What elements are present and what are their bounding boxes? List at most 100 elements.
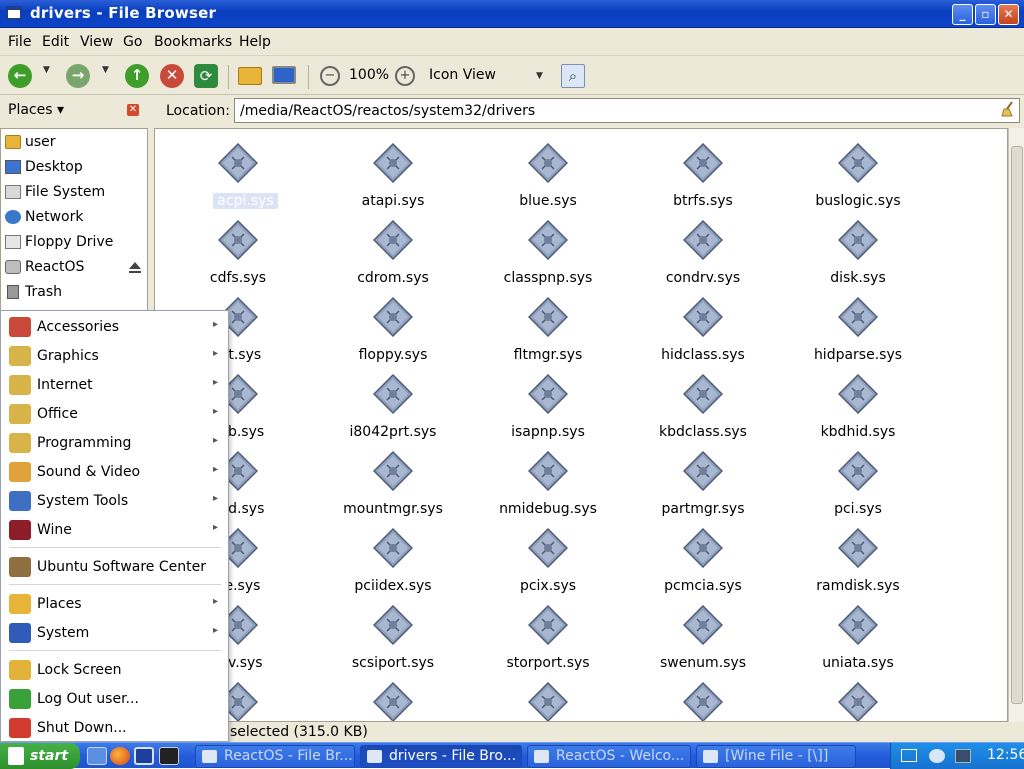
file-item[interactable]: buslogic.sys (783, 135, 933, 209)
menu-item-places[interactable]: Places ▸ (5, 590, 227, 618)
file-icon-view[interactable]: acpi.sys atapi.sys blue.sys btrfs.sys buslog… (154, 128, 1008, 722)
taskbar-button[interactable]: [Wine File - [\]] (696, 745, 856, 768)
home-folder-icon[interactable] (238, 67, 262, 85)
menu-item-office[interactable]: Office ▸ (5, 400, 227, 428)
clear-location-icon[interactable] (1000, 101, 1016, 117)
file-item[interactable] (473, 674, 623, 721)
sidebar-item-file-system[interactable]: File System (5, 181, 145, 203)
file-item[interactable]: swenum.sys (628, 597, 778, 671)
file-item[interactable]: btrfs.sys (628, 135, 778, 209)
file-item[interactable]: nmidebug.sys (473, 443, 623, 517)
file-item[interactable]: mountmgr.sys (318, 443, 468, 517)
reload-icon[interactable]: ⟳ (194, 64, 218, 88)
forward-history-dropdown[interactable]: ▼ (102, 65, 109, 75)
file-item[interactable]: cdfs.sys (163, 212, 313, 286)
file-item[interactable]: storport.sys (473, 597, 623, 671)
file-item[interactable] (318, 674, 468, 721)
file-item[interactable]: hidparse.sys (783, 289, 933, 363)
terminal-icon[interactable] (159, 747, 179, 765)
menu-item-internet[interactable]: Internet ▸ (5, 371, 227, 399)
back-history-dropdown[interactable]: ▼ (43, 65, 50, 75)
maximize-button[interactable]: ▫ (975, 4, 996, 25)
file-item[interactable]: partmgr.sys (628, 443, 778, 517)
file-item[interactable]: condrv.sys (628, 212, 778, 286)
scrollbar-thumb[interactable] (1011, 146, 1023, 704)
menu-item-wine[interactable]: Wine ▸ (5, 516, 227, 544)
file-item[interactable]: kbdclass.sys (628, 366, 778, 440)
close-button[interactable]: ✕ (998, 4, 1019, 25)
clock[interactable]: 12:56 (987, 747, 1024, 763)
file-item[interactable] (628, 674, 778, 721)
view-mode-select[interactable]: Icon View (429, 67, 496, 83)
vertical-scrollbar[interactable] (1008, 128, 1024, 722)
menu-item-lock-screen[interactable]: Lock Screen (5, 656, 227, 684)
eject-icon[interactable] (129, 262, 141, 273)
location-input[interactable]: /media/ReactOS/reactos/system32/drivers (234, 98, 1020, 123)
menu-item-graphics[interactable]: Graphics ▸ (5, 342, 227, 370)
file-item[interactable]: disk.sys (783, 212, 933, 286)
file-item[interactable]: hidclass.sys (628, 289, 778, 363)
file-item[interactable]: uniata.sys (783, 597, 933, 671)
quicklaunch-computer-icon[interactable] (134, 747, 154, 765)
tray-network-icon[interactable] (929, 749, 945, 763)
menu-item-sound-video[interactable]: Sound & Video ▸ (5, 458, 227, 486)
menu-item-programming[interactable]: Programming ▸ (5, 429, 227, 457)
file-item[interactable]: scsiport.sys (318, 597, 468, 671)
menu-file[interactable]: File (8, 34, 31, 50)
close-sidebar-icon[interactable]: ✕ (127, 104, 139, 116)
file-item[interactable]: acpi.sys (163, 135, 313, 209)
places-dropdown[interactable]: Places ▾ (8, 102, 64, 118)
menu-item-accessories[interactable]: Accessories ▸ (5, 313, 227, 341)
computer-icon[interactable] (272, 66, 296, 84)
zoom-out-icon[interactable]: − (320, 66, 340, 86)
file-item[interactable]: fltmgr.sys (473, 289, 623, 363)
file-item[interactable]: ramdisk.sys (783, 520, 933, 594)
zoom-level[interactable]: 100% (349, 67, 389, 83)
up-icon[interactable]: ↑ (125, 64, 149, 88)
file-item[interactable]: blue.sys (473, 135, 623, 209)
forward-icon[interactable]: → (66, 64, 90, 88)
sidebar-item-floppy[interactable]: Floppy Drive (5, 231, 145, 253)
file-item[interactable]: i8042prt.sys (318, 366, 468, 440)
menu-item-system[interactable]: System ▸ (5, 619, 227, 647)
menu-view[interactable]: View (80, 34, 113, 50)
window-app-icon[interactable] (6, 6, 22, 20)
file-item[interactable]: pci.sys (783, 443, 933, 517)
search-icon[interactable]: ⌕ (561, 64, 585, 88)
stop-icon[interactable]: ✕ (160, 64, 184, 88)
sidebar-item-reactos[interactable]: ReactOS (5, 256, 145, 278)
taskbar-button[interactable]: ReactOS - Welco... (527, 745, 691, 768)
menu-help[interactable]: Help (239, 34, 271, 50)
tray-monitor-icon[interactable] (955, 749, 971, 763)
view-mode-dropdown[interactable]: ▼ (536, 71, 543, 81)
menu-item-shut-down[interactable]: Shut Down... (5, 714, 227, 742)
file-item[interactable] (783, 674, 933, 721)
menu-item-ubuntu-software-center[interactable]: Ubuntu Software Center (5, 553, 227, 581)
start-button[interactable]: start (0, 743, 80, 769)
zoom-in-icon[interactable]: + (395, 66, 415, 86)
firefox-icon[interactable] (110, 747, 130, 765)
file-item[interactable]: floppy.sys (318, 289, 468, 363)
file-item[interactable]: atapi.sys (318, 135, 468, 209)
minimize-button[interactable]: _ (952, 4, 973, 25)
sidebar-item-user[interactable]: user (5, 131, 145, 153)
menu-bookmarks[interactable]: Bookmarks (154, 34, 232, 50)
file-item[interactable]: pcix.sys (473, 520, 623, 594)
file-item[interactable]: cdrom.sys (318, 212, 468, 286)
file-item[interactable]: isapnp.sys (473, 366, 623, 440)
menu-edit[interactable]: Edit (42, 34, 69, 50)
title-bar[interactable]: drivers - File Browser _ ▫ ✕ (0, 0, 1024, 28)
tray-display-icon[interactable] (901, 749, 917, 762)
show-desktop-icon[interactable] (87, 747, 107, 765)
file-item[interactable]: classpnp.sys (473, 212, 623, 286)
sidebar-item-desktop[interactable]: Desktop (5, 156, 145, 178)
file-item[interactable]: pcmcia.sys (628, 520, 778, 594)
menu-go[interactable]: Go (123, 34, 142, 50)
file-item[interactable]: kbdhid.sys (783, 366, 933, 440)
menu-item-system-tools[interactable]: System Tools ▸ (5, 487, 227, 515)
taskbar-button[interactable]: ReactOS - File Br... (195, 745, 355, 768)
menu-item-log-out-user[interactable]: Log Out user... (5, 685, 227, 713)
sidebar-item-network[interactable]: Network (5, 206, 145, 228)
back-icon[interactable]: ← (8, 64, 32, 88)
taskbar-button[interactable]: drivers - File Bro... (360, 745, 522, 768)
